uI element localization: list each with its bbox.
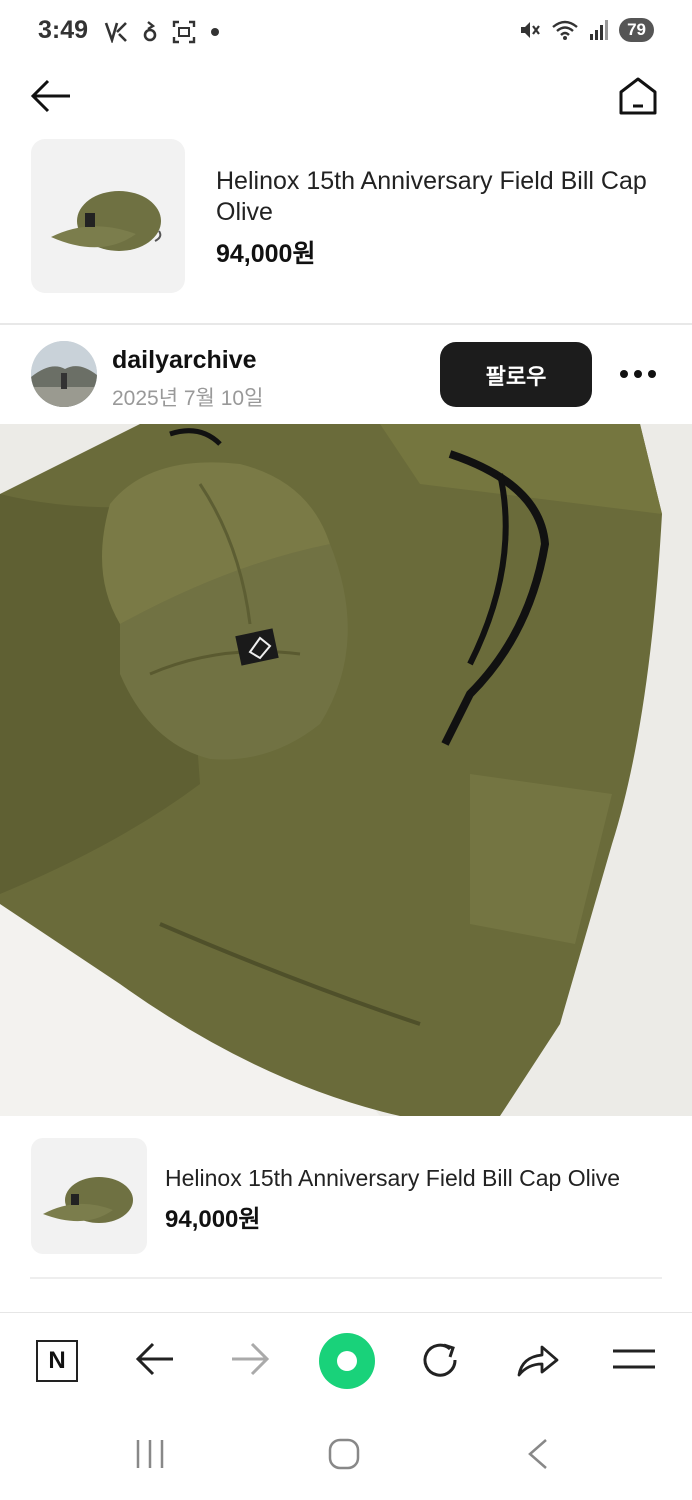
home-button-icon[interactable]: [328, 1438, 360, 1470]
menu-icon[interactable]: [612, 1347, 656, 1371]
bottom-product-title[interactable]: Helinox 15th Anniversary Field Bill Cap …: [165, 1165, 620, 1192]
mute-icon: [521, 22, 540, 38]
bottom-product-thumbnail[interactable]: [31, 1138, 147, 1254]
share-icon[interactable]: [516, 1339, 560, 1379]
signal-icon: [590, 20, 609, 40]
follow-button[interactable]: 팔로우: [440, 342, 592, 407]
cap-image: [43, 1177, 133, 1223]
vpn-key-icon: [104, 22, 127, 43]
browser-toolbar: N: [0, 1312, 692, 1409]
cap-image: [51, 191, 162, 251]
username[interactable]: dailyarchive: [112, 346, 257, 375]
system-navigation-bar: [0, 1408, 692, 1500]
naver-n-icon[interactable]: N: [36, 1340, 78, 1382]
bottom-product-price: 94,000원: [165, 1206, 261, 1233]
post-date: 2025년 7월 10일: [112, 387, 264, 410]
divider: [0, 323, 692, 325]
more-options-icon[interactable]: [616, 360, 660, 388]
home-icon[interactable]: [618, 76, 658, 116]
avatar-image: [31, 341, 97, 407]
avatar[interactable]: [31, 341, 97, 407]
divider: [30, 1277, 662, 1279]
refresh-icon[interactable]: [420, 1339, 462, 1381]
top-product-title[interactable]: Helinox 15th Anniversary Field Bill Cap …: [216, 166, 666, 228]
post-photo[interactable]: [0, 424, 692, 1116]
status-left-icons: [104, 18, 220, 46]
battery-badge: 79: [619, 18, 654, 42]
green-dot-button[interactable]: [318, 1332, 376, 1390]
top-product-thumbnail[interactable]: [31, 139, 185, 293]
sync-icon: [143, 21, 157, 42]
recent-apps-icon[interactable]: [134, 1438, 166, 1470]
browser-back-icon[interactable]: [135, 1341, 175, 1377]
screenshot-icon: [172, 20, 196, 44]
browser-forward-icon[interactable]: [230, 1341, 270, 1377]
system-back-icon[interactable]: [526, 1438, 550, 1470]
status-time: 3:49: [38, 16, 89, 44]
back-arrow-icon[interactable]: [30, 78, 72, 114]
notification-dot-icon: [211, 28, 219, 36]
status-right-icons: 79: [519, 18, 654, 42]
top-product-price: 94,000원: [216, 240, 316, 268]
wifi-icon: [552, 20, 578, 40]
